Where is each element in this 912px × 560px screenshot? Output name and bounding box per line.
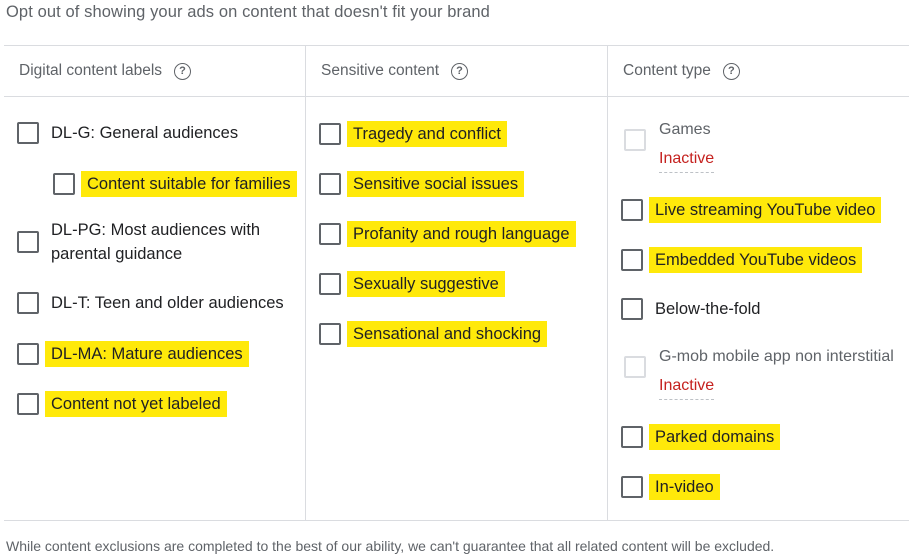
checkbox-item-live-streaming[interactable]: Live streaming YouTube video bbox=[621, 197, 882, 223]
checkbox-item-dl-pg[interactable]: DL-PG: Most audiences with parental guid… bbox=[17, 218, 276, 266]
checkbox-label: Content not yet labeled bbox=[45, 391, 227, 417]
checkbox-item-in-video[interactable]: In-video bbox=[621, 474, 720, 500]
checkbox-label: Tragedy and conflict bbox=[347, 121, 507, 147]
checkbox[interactable] bbox=[17, 343, 39, 365]
checkbox-item-dl-ma[interactable]: DL-MA: Mature audiences bbox=[17, 341, 249, 367]
checkbox-label: Below-the-fold bbox=[655, 300, 761, 318]
checkbox-label: In-video bbox=[649, 474, 720, 500]
checkbox[interactable] bbox=[53, 173, 75, 195]
checkbox-item-suggestive[interactable]: Sexually suggestive bbox=[319, 271, 505, 297]
footer-note: While content exclusions are completed t… bbox=[6, 538, 775, 554]
checkbox-label: Sexually suggestive bbox=[347, 271, 505, 297]
column-header: Digital content labels ? bbox=[4, 46, 305, 97]
digital-content-labels-column: Digital content labels ? DL-G: General a… bbox=[4, 46, 305, 520]
checkbox[interactable] bbox=[621, 199, 643, 221]
checkbox[interactable] bbox=[319, 273, 341, 295]
checkbox-label: Profanity and rough language bbox=[347, 221, 576, 247]
checkbox[interactable] bbox=[319, 323, 341, 345]
checkbox-label: G-mob mobile app non interstitial bbox=[659, 348, 894, 365]
checkbox-label: DL-T: Teen and older audiences bbox=[51, 294, 284, 312]
checkbox-item-parked-domains[interactable]: Parked domains bbox=[621, 424, 781, 450]
checkbox-label: DL-PG: Most audiences with parental guid… bbox=[51, 221, 261, 263]
checkbox-item-sensational[interactable]: Sensational and shocking bbox=[319, 321, 548, 347]
column-title: Sensitive content bbox=[321, 62, 440, 79]
checkbox-label: Embedded YouTube videos bbox=[649, 247, 863, 273]
checkbox-item-below-the-fold[interactable]: Below-the-fold bbox=[621, 297, 760, 321]
sensitive-content-column: Sensitive content ? Tragedy and conflict… bbox=[305, 46, 607, 520]
checkbox-item-embedded-youtube[interactable]: Embedded YouTube videos bbox=[621, 247, 863, 273]
checkbox[interactable] bbox=[17, 231, 39, 253]
checkbox[interactable] bbox=[17, 393, 39, 415]
checkbox-disabled bbox=[624, 356, 646, 378]
inactive-status[interactable]: Inactive bbox=[659, 376, 715, 400]
checkbox-item-dl-g[interactable]: DL-G: General audiences bbox=[17, 121, 238, 145]
checkbox-item-social-issues[interactable]: Sensitive social issues bbox=[319, 171, 525, 197]
checkbox-label: DL-G: General audiences bbox=[51, 124, 239, 142]
help-icon[interactable]: ? bbox=[451, 62, 469, 80]
checkbox-item-dl-t[interactable]: DL-T: Teen and older audiences bbox=[17, 291, 284, 315]
checkbox-label: Live streaming YouTube video bbox=[649, 197, 882, 223]
checkbox[interactable] bbox=[319, 173, 341, 195]
checkbox-label: Parked domains bbox=[649, 424, 781, 450]
checkbox[interactable] bbox=[621, 426, 643, 448]
help-icon[interactable]: ? bbox=[722, 62, 740, 80]
checkbox-label: Games bbox=[659, 121, 711, 138]
checkbox[interactable] bbox=[621, 249, 643, 271]
checkbox-label: DL-MA: Mature audiences bbox=[45, 341, 249, 367]
help-icon[interactable]: ? bbox=[174, 62, 192, 80]
checkbox-label: Sensitive social issues bbox=[347, 171, 525, 197]
checkbox-item-not-labeled[interactable]: Content not yet labeled bbox=[17, 391, 227, 417]
inactive-status[interactable]: Inactive bbox=[659, 149, 715, 173]
checkbox-item-families[interactable]: Content suitable for families bbox=[53, 171, 297, 197]
checkbox[interactable] bbox=[17, 292, 39, 314]
checkbox-label: Sensational and shocking bbox=[347, 321, 548, 347]
column-title: Content type bbox=[623, 62, 711, 79]
checkbox-item-tragedy[interactable]: Tragedy and conflict bbox=[319, 121, 507, 147]
column-header: Sensitive content ? bbox=[306, 46, 607, 97]
column-header: Content type ? bbox=[608, 46, 909, 97]
intro-text: Opt out of showing your ads on content t… bbox=[6, 3, 490, 21]
checkbox[interactable] bbox=[621, 476, 643, 498]
checkbox-disabled bbox=[624, 129, 646, 151]
content-exclusions-table: Digital content labels ? DL-G: General a… bbox=[4, 45, 909, 521]
column-title: Digital content labels bbox=[19, 62, 163, 79]
content-type-column: Content type ? Games Inactive Live strea… bbox=[607, 46, 909, 520]
checkbox[interactable] bbox=[319, 223, 341, 245]
checkbox-label: Content suitable for families bbox=[81, 171, 297, 197]
checkbox-item-profanity[interactable]: Profanity and rough language bbox=[319, 221, 576, 247]
checkbox[interactable] bbox=[319, 123, 341, 145]
checkbox[interactable] bbox=[621, 298, 643, 320]
checkbox[interactable] bbox=[17, 122, 39, 144]
